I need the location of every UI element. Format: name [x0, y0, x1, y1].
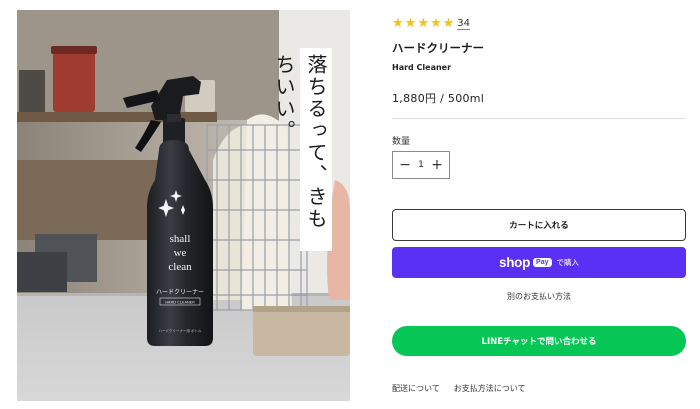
- shop-pay-action-label: で購入: [556, 258, 580, 267]
- add-to-cart-button[interactable]: カートに入れる: [392, 209, 686, 241]
- payment-info-link[interactable]: お支払方法について: [454, 383, 526, 394]
- line-chat-button[interactable]: LINEチャットで問い合わせる: [392, 326, 686, 356]
- quantity-plus-button[interactable]: +: [430, 158, 444, 172]
- star-icon: ★: [404, 16, 417, 31]
- product-info-panel: ★ ★ ★ ★ ★ 34 ハードクリーナー Hard Cleaner 1,880…: [392, 0, 686, 409]
- info-links: 配送について お支払方法について: [392, 383, 526, 394]
- product-subtitle: Hard Cleaner: [392, 63, 452, 72]
- star-icon: ★: [417, 16, 429, 31]
- star-icon: ★: [429, 16, 442, 31]
- bottle-bottom-text: ハードクリーナー用 ボトル: [158, 328, 202, 333]
- pay-badge: Pay: [533, 258, 552, 267]
- star-rating: ★ ★ ★ ★ ★: [392, 17, 454, 31]
- quantity-minus-button[interactable]: −: [398, 158, 412, 172]
- bottle-brand-line-3: clean: [168, 261, 192, 273]
- quantity-stepper: − 1 +: [392, 151, 450, 179]
- more-payment-options-link[interactable]: 別のお支払い方法: [392, 291, 686, 302]
- quantity-value[interactable]: 1: [418, 160, 424, 170]
- catch-copy: 落ちるって、きもちいい。: [272, 48, 332, 251]
- bottle-label-sub: HARD CLEANER: [165, 300, 195, 305]
- review-count-link[interactable]: 34: [457, 18, 471, 30]
- divider: [392, 118, 686, 119]
- shop-pay-logo-text: shop: [498, 255, 531, 270]
- star-icon: ★: [442, 16, 455, 31]
- product-image: shall we clean ハードクリーナー HARD CLEANER ハード…: [17, 10, 350, 401]
- quantity-label: 数量: [392, 137, 411, 147]
- shipping-info-link[interactable]: 配送について: [392, 383, 440, 394]
- bottle-label-name: ハードクリーナー: [156, 289, 204, 296]
- bottle-brand-line-1: shall: [170, 233, 191, 245]
- review-rating[interactable]: ★ ★ ★ ★ ★ 34: [392, 16, 471, 32]
- product-price: 1,880円 / 500ml: [392, 92, 485, 105]
- bottle-brand-line-2: we: [174, 247, 187, 259]
- shop-pay-button[interactable]: shop Pay で購入: [392, 247, 686, 278]
- product-title: ハードクリーナー: [392, 41, 484, 55]
- star-icon: ★: [392, 16, 404, 31]
